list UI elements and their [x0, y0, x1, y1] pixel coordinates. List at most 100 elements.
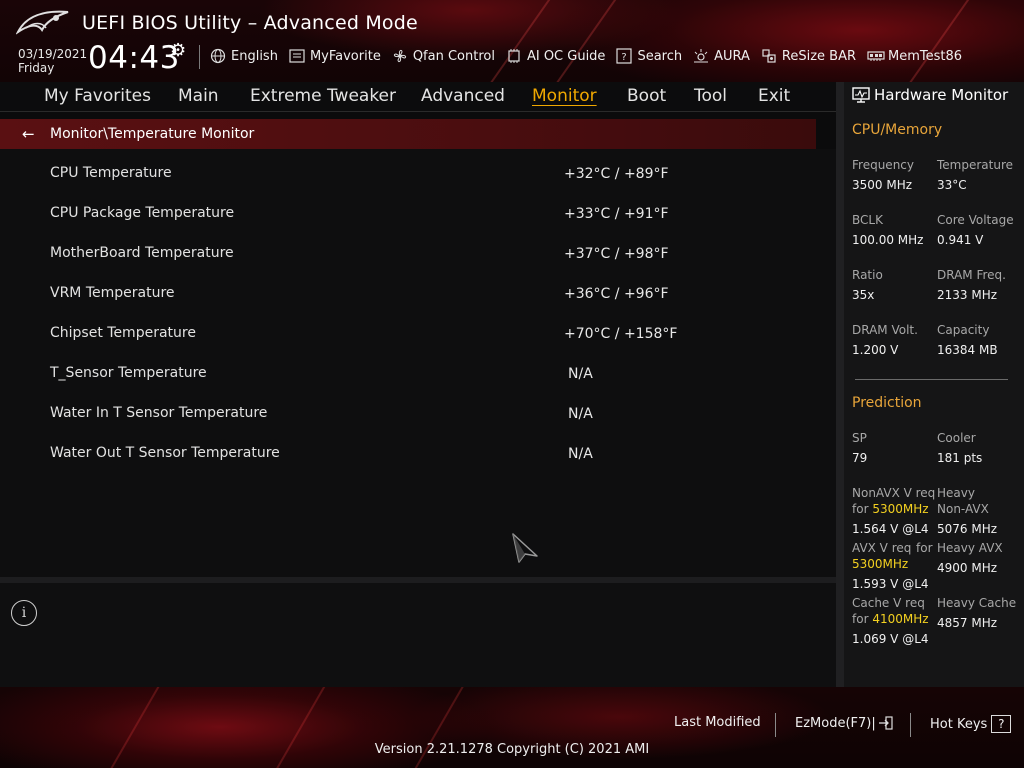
dram-freq-value: 2133 MHz: [937, 288, 998, 302]
app-title: UEFI BIOS Utility – Advanced Mode: [82, 12, 418, 34]
bclk-value: 100.00 MHz: [852, 233, 924, 247]
heavy-nonavx-label-1: Heavy: [937, 486, 975, 500]
last-modified-button[interactable]: Last Modified: [674, 715, 761, 730]
decor-streak: [902, 0, 1020, 82]
monitor-icon: [852, 87, 870, 103]
dram-volt-label: DRAM Volt.: [852, 323, 918, 337]
fan-icon: [392, 48, 410, 64]
item-label: T_Sensor Temperature: [50, 365, 207, 381]
tab-extreme-tweaker[interactable]: Extreme Tweaker: [250, 86, 396, 106]
resize-bar-button[interactable]: ReSize BAR: [761, 48, 856, 64]
temperature-list: CPU Temperature +32°C / +89°F CPU Packag…: [0, 149, 836, 577]
footer-divider: [775, 713, 776, 737]
cache-req-value: 1.069 V @L4: [852, 632, 929, 646]
list-item[interactable]: CPU Package Temperature +33°C / +91°F: [0, 191, 816, 231]
language-label: English: [231, 48, 278, 64]
item-value: +70°C / +158°F: [564, 326, 678, 342]
cache-for-text: for: [852, 612, 869, 626]
memory-icon: [867, 50, 885, 62]
language-button[interactable]: English: [210, 48, 278, 64]
list-item[interactable]: Water Out T Sensor Temperature N/A: [0, 431, 816, 471]
list-item[interactable]: CPU Temperature +32°C / +89°F: [0, 151, 816, 191]
tab-tool[interactable]: Tool: [694, 86, 727, 106]
tab-monitor[interactable]: Monitor: [532, 86, 597, 106]
ezmode-label: EzMode(F7)|: [795, 715, 876, 731]
resize-bar-icon: [761, 48, 779, 64]
memtest86-label: MemTest86: [888, 48, 963, 64]
capacity-value: 16384 MB: [937, 343, 998, 357]
favorite-list-icon: [289, 49, 307, 63]
tab-boot[interactable]: Boot: [627, 86, 666, 106]
hot-keys-button[interactable]: Hot Keys ?: [930, 715, 1012, 733]
decor-streak: [462, 0, 580, 82]
myfavorite-label: MyFavorite: [309, 48, 381, 64]
qfan-control-label: Qfan Control: [412, 48, 495, 64]
list-item[interactable]: Chipset Temperature +70°C / +158°F: [0, 311, 816, 351]
aura-label: AURA: [714, 48, 750, 64]
ai-oc-guide-label: AI OC Guide: [526, 48, 606, 64]
resize-bar-label: ReSize BAR: [781, 48, 857, 64]
tab-main[interactable]: Main: [178, 86, 219, 106]
tab-advanced[interactable]: Advanced: [421, 86, 505, 106]
item-label: VRM Temperature: [50, 285, 175, 301]
breadcrumb: ← Monitor\Temperature Monitor: [0, 119, 816, 149]
nonavx-req-label: NonAVX V req: [852, 486, 936, 500]
item-value: N/A: [568, 446, 593, 462]
list-item[interactable]: T_Sensor Temperature N/A: [0, 351, 816, 391]
list-item[interactable]: Water In T Sensor Temperature N/A: [0, 391, 816, 431]
nonavx-req-value: 1.564 V @L4: [852, 522, 929, 536]
nonavx-for-text: for: [852, 502, 869, 516]
item-label: Water Out T Sensor Temperature: [50, 445, 280, 461]
core-voltage-label: Core Voltage: [937, 213, 1014, 227]
exit-arrow-icon: [878, 716, 893, 730]
core-voltage-value: 0.941 V: [937, 233, 984, 247]
avx-req-value: 1.593 V @L4: [852, 577, 929, 591]
dram-volt-value: 1.200 V: [852, 343, 899, 357]
search-label: Search: [637, 48, 683, 64]
mouse-pointer-icon: [512, 533, 538, 563]
qfan-control-button[interactable]: Qfan Control: [392, 48, 495, 64]
ai-oc-guide-button[interactable]: AI OC Guide: [506, 48, 605, 64]
avx-freq: 5300MHz: [852, 557, 909, 571]
list-item[interactable]: VRM Temperature +36°C / +96°F: [0, 271, 816, 311]
prediction-section: Prediction: [852, 395, 922, 411]
avx-for-text: for: [916, 541, 933, 555]
myfavorite-button[interactable]: MyFavorite: [289, 49, 381, 64]
cooler-value: 181 pts: [937, 451, 983, 465]
gear-icon[interactable]: ⚙: [170, 40, 186, 61]
nonavx-freq: 5300MHz: [872, 502, 929, 516]
avx-req-label: AVX V req: [852, 541, 911, 555]
back-arrow-icon[interactable]: ←: [22, 125, 46, 143]
clock-time: 04:43: [88, 40, 180, 76]
heavy-avx-value: 4900 MHz: [937, 561, 998, 575]
list-item[interactable]: MotherBoard Temperature +37°C / +98°F: [0, 231, 816, 271]
cache-req-label: Cache V req: [852, 596, 925, 610]
heavy-cache-value: 4857 MHz: [937, 616, 998, 630]
item-value: +32°C / +89°F: [564, 166, 669, 182]
tab-exit[interactable]: Exit: [758, 86, 790, 106]
rog-logo-icon: [16, 10, 69, 35]
help-panel: i: [0, 583, 836, 687]
avx-req-text: AVX V req: [852, 541, 912, 555]
search-button[interactable]: ? Search: [616, 48, 682, 64]
section-divider: [855, 379, 1008, 380]
ezmode-button[interactable]: EzMode(F7)|: [795, 715, 894, 731]
tab-my-favorites[interactable]: My Favorites: [44, 86, 151, 106]
item-value: N/A: [568, 406, 593, 422]
item-value: N/A: [568, 366, 593, 382]
hardware-monitor-panel: Hardware Monitor CPU/Memory Frequency 35…: [844, 82, 1024, 687]
capacity-label: Capacity: [937, 323, 990, 337]
header-toolbar: English MyFavorite Qfan Control AI OC Gu…: [210, 46, 973, 66]
aura-button[interactable]: AURA: [693, 48, 750, 64]
footer-divider: [910, 713, 911, 737]
date-display: 03/19/2021 Friday: [18, 47, 87, 75]
item-label: Water In T Sensor Temperature: [50, 405, 268, 421]
heavy-avx-label: Heavy AVX: [937, 541, 1003, 555]
heavy-nonavx-value: 5076 MHz: [937, 522, 998, 536]
heavy-nonavx-label-2: Non-AVX: [937, 502, 989, 516]
memtest86-button[interactable]: MemTest86: [867, 49, 962, 64]
hot-keys-label: Hot Keys: [930, 716, 988, 732]
help-key-icon: ?: [991, 715, 1012, 733]
frequency-label: Frequency: [852, 158, 914, 172]
item-label: CPU Temperature: [50, 165, 172, 181]
